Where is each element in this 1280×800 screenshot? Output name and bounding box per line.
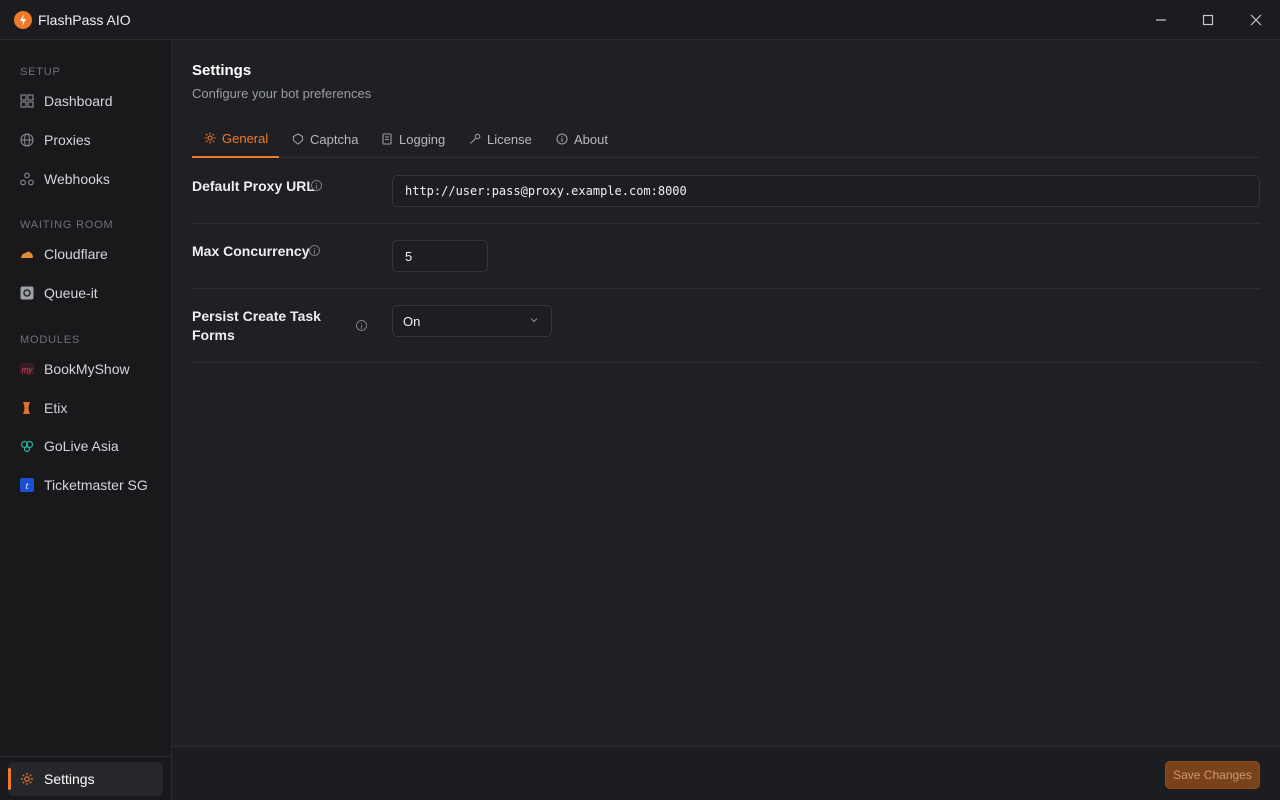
tab-label: About	[574, 131, 608, 147]
key-icon	[470, 133, 481, 144]
title-bar: FlashPass AIO	[0, 0, 1280, 40]
tab-about[interactable]: About	[556, 120, 608, 158]
section-label-modules: MODULES	[20, 334, 80, 346]
page-title: Settings	[192, 62, 252, 79]
close-button[interactable]	[1242, 8, 1270, 32]
sidebar-item-label: BookMyShow	[44, 361, 130, 377]
sidebar: SETUP Dashboard Proxies Webhooks WAITING…	[0, 40, 172, 800]
tab-license[interactable]: License	[469, 120, 532, 158]
shield-icon	[292, 133, 304, 145]
sidebar-item-label: Dashboard	[44, 93, 113, 109]
proxy-url-label: Default Proxy URL	[192, 178, 315, 194]
max-concurrency-label: Max Concurrency	[192, 243, 310, 259]
sidebar-item-label: Proxies	[44, 132, 91, 148]
ticketmaster-icon: t	[20, 478, 34, 492]
sidebar-item-dashboard[interactable]: Dashboard	[8, 84, 163, 118]
persist-forms-select[interactable]: On	[392, 305, 552, 337]
dashboard-icon	[20, 94, 34, 108]
bookmyshow-icon: my	[20, 363, 34, 375]
sidebar-item-cloudflare[interactable]: Cloudflare	[8, 237, 163, 271]
globe-icon	[20, 133, 34, 147]
persist-forms-label: Persist Create Task Forms	[192, 308, 321, 343]
webhook-icon	[20, 172, 34, 186]
etix-icon	[23, 402, 30, 414]
maximize-icon	[1202, 14, 1214, 26]
scroll-icon	[382, 133, 392, 145]
max-concurrency-input[interactable]	[392, 240, 488, 272]
sidebar-item-webhooks[interactable]: Webhooks	[8, 162, 163, 196]
sidebar-item-queue-it[interactable]: Queue-it	[8, 276, 163, 310]
sidebar-item-label: Cloudflare	[44, 246, 108, 262]
info-icon[interactable]	[356, 320, 367, 331]
footer-bar: Save Changes	[172, 746, 1280, 800]
setting-row-persist: Persist Create Task Forms On	[192, 289, 1260, 363]
sidebar-footer: Settings	[0, 756, 171, 800]
app-title: FlashPass AIO	[38, 12, 131, 28]
setting-row-concurrency: Max Concurrency	[192, 224, 1260, 289]
info-icon	[556, 133, 568, 145]
tab-general[interactable]: General	[192, 120, 279, 158]
info-icon[interactable]	[309, 245, 320, 256]
gear-icon	[204, 132, 216, 144]
sidebar-item-label: GoLive Asia	[44, 438, 119, 454]
settings-page: Settings Configure your bot preferences …	[172, 40, 1280, 746]
queue-it-icon	[20, 286, 34, 300]
sidebar-item-label: Webhooks	[44, 171, 110, 187]
settings-tabs: General Captcha Logging License About	[192, 120, 1260, 158]
sidebar-item-golive-asia[interactable]: GoLive Asia	[8, 429, 163, 463]
minimize-button[interactable]	[1147, 8, 1175, 32]
setting-row-proxy: Default Proxy URL	[192, 159, 1260, 224]
select-value: On	[403, 314, 421, 329]
sidebar-item-label: Ticketmaster SG	[44, 477, 148, 493]
sidebar-item-etix[interactable]: Etix	[8, 391, 163, 425]
chevron-down-icon	[530, 318, 538, 323]
cloudflare-icon	[21, 251, 33, 258]
tab-label: General	[222, 130, 269, 146]
gear-icon	[21, 773, 33, 785]
page-subtitle: Configure your bot preferences	[192, 86, 372, 101]
minimize-icon	[1156, 19, 1166, 21]
sidebar-item-label: Etix	[44, 400, 68, 416]
tab-label: Captcha	[310, 131, 359, 147]
sidebar-item-proxies[interactable]: Proxies	[8, 123, 163, 157]
sidebar-item-settings[interactable]: Settings	[8, 762, 163, 796]
tab-logging[interactable]: Logging	[381, 120, 445, 158]
info-icon[interactable]	[311, 180, 322, 191]
save-changes-button[interactable]: Save Changes	[1165, 761, 1260, 789]
svg-text:my: my	[22, 366, 34, 375]
maximize-button[interactable]	[1194, 8, 1222, 32]
section-label-setup: SETUP	[20, 66, 61, 78]
close-icon	[1250, 14, 1262, 26]
sidebar-item-ticketmaster-sg[interactable]: t Ticketmaster SG	[8, 468, 163, 502]
golive-asia-icon	[20, 440, 34, 453]
tab-label: Logging	[399, 131, 446, 147]
flashpass-logo-icon	[14, 11, 32, 29]
section-label-waiting-room: WAITING ROOM	[20, 219, 114, 231]
sidebar-item-bookmyshow[interactable]: my BookMyShow	[8, 352, 163, 386]
tab-label: License	[487, 131, 532, 147]
svg-text:t: t	[26, 481, 29, 492]
tab-captcha[interactable]: Captcha	[292, 120, 358, 158]
sidebar-item-label: Queue-it	[44, 285, 98, 301]
proxy-url-input[interactable]	[392, 175, 1260, 207]
sidebar-item-label: Settings	[44, 771, 95, 787]
